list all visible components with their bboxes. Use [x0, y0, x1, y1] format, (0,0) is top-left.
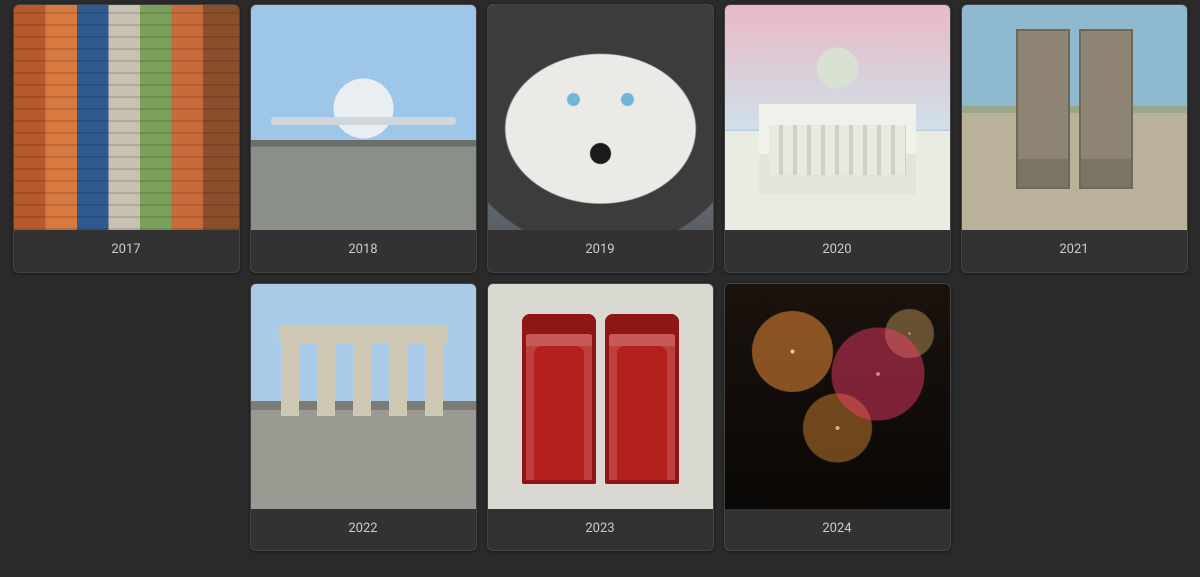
album-thumbnail	[251, 284, 476, 509]
album-label: 2017	[14, 230, 239, 272]
album-thumbnail	[251, 5, 476, 230]
album-gallery: 2017 2018 2019 2020 2021 2022 2023 2024	[0, 0, 1200, 555]
album-card-2022[interactable]: 2022	[250, 283, 477, 552]
album-card-2020[interactable]: 2020	[724, 4, 951, 273]
album-label: 2023	[488, 509, 713, 551]
album-thumbnail	[14, 5, 239, 230]
album-label: 2022	[251, 509, 476, 551]
album-thumbnail	[725, 5, 950, 230]
album-card-2017[interactable]: 2017	[13, 4, 240, 273]
album-thumbnail	[725, 284, 950, 509]
album-thumbnail	[962, 5, 1187, 230]
album-thumbnail	[488, 5, 713, 230]
album-label: 2021	[962, 230, 1187, 272]
album-card-2018[interactable]: 2018	[250, 4, 477, 273]
album-label: 2018	[251, 230, 476, 272]
album-card-2021[interactable]: 2021	[961, 4, 1188, 273]
album-label: 2024	[725, 509, 950, 551]
album-label: 2020	[725, 230, 950, 272]
album-thumbnail	[488, 284, 713, 509]
album-card-2019[interactable]: 2019	[487, 4, 714, 273]
album-card-2024[interactable]: 2024	[724, 283, 951, 552]
album-label: 2019	[488, 230, 713, 272]
album-card-2023[interactable]: 2023	[487, 283, 714, 552]
